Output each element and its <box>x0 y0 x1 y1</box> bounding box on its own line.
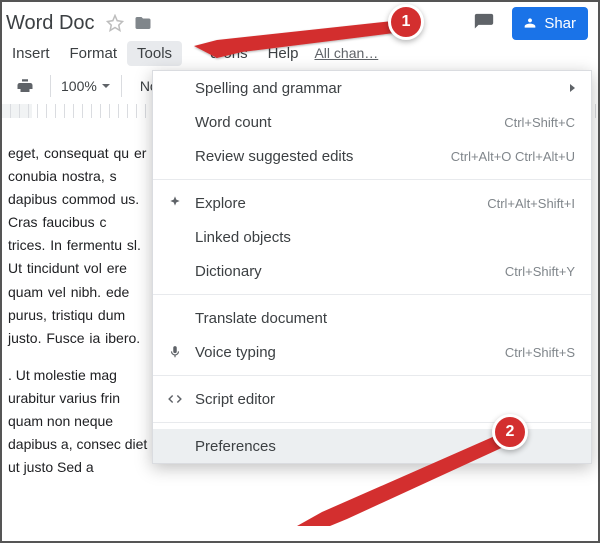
shortcut: Ctrl+Alt+Shift+I <box>487 196 575 211</box>
tools-dropdown: Spelling and grammar Word count Ctrl+Shi… <box>152 70 592 464</box>
star-icon[interactable] <box>105 13 125 33</box>
menu-dictionary[interactable]: Dictionary Ctrl+Shift+Y <box>153 254 591 288</box>
label: Word count <box>195 114 271 131</box>
menu-spelling-grammar[interactable]: Spelling and grammar <box>153 71 591 105</box>
shortcut: Ctrl+Shift+Y <box>505 264 575 279</box>
menu-format[interactable]: Format <box>60 41 128 66</box>
code-icon <box>165 389 185 409</box>
zoom-value: 100% <box>61 78 97 94</box>
zoom-select[interactable]: 100% <box>61 78 111 94</box>
paragraph[interactable]: eget, consequat qu er conubia nostra, s … <box>8 142 148 350</box>
menu-addons[interactable]: d-ons <box>182 41 258 66</box>
menu-word-count[interactable]: Word count Ctrl+Shift+C <box>153 105 591 139</box>
menu-explore[interactable]: Explore Ctrl+Alt+Shift+I <box>153 186 591 220</box>
window-frame: Word Doc Shar Insert Format Tools d-ons … <box>0 0 600 543</box>
chevron-down-icon <box>101 81 111 91</box>
label: Dictionary <box>195 263 262 280</box>
doc-title[interactable]: Word Doc <box>6 12 95 35</box>
label: Linked objects <box>195 229 291 246</box>
print-icon[interactable] <box>10 73 40 99</box>
divider <box>153 375 591 376</box>
share-button[interactable]: Shar <box>512 7 588 40</box>
menu-insert[interactable]: Insert <box>2 41 60 66</box>
mic-icon <box>165 342 185 362</box>
label: Explore <box>195 195 246 212</box>
shortcut: Ctrl+Alt+O Ctrl+Alt+U <box>451 149 575 164</box>
shortcut: Ctrl+Shift+S <box>505 345 575 360</box>
menu-script-editor[interactable]: Script editor <box>153 382 591 416</box>
divider <box>153 179 591 180</box>
title-bar: Word Doc Shar <box>2 2 598 38</box>
label: Spelling and grammar <box>195 80 342 97</box>
chevron-right-icon <box>569 83 577 93</box>
label: Script editor <box>195 391 275 408</box>
separator <box>50 75 51 97</box>
menu-help[interactable]: Help <box>258 41 309 66</box>
separator <box>121 75 122 97</box>
annotation-badge-2: 2 <box>492 414 528 450</box>
folder-icon[interactable] <box>133 13 153 33</box>
paragraph[interactable]: . Ut molestie mag urabitur varius frin q… <box>8 364 148 479</box>
label: Preferences <box>195 438 276 455</box>
menu-voice-typing[interactable]: Voice typing Ctrl+Shift+S <box>153 335 591 369</box>
menu-tools[interactable]: Tools <box>127 41 182 66</box>
label: Translate document <box>195 310 327 327</box>
shortcut: Ctrl+Shift+C <box>504 115 575 130</box>
divider <box>153 294 591 295</box>
menu-bar: Insert Format Tools d-ons Help All chan… <box>2 38 598 68</box>
explore-icon <box>165 193 185 213</box>
menu-translate[interactable]: Translate document <box>153 301 591 335</box>
all-changes-link[interactable]: All chan… <box>314 45 378 61</box>
menu-review-suggested[interactable]: Review suggested edits Ctrl+Alt+O Ctrl+A… <box>153 139 591 173</box>
label: Review suggested edits <box>195 148 353 165</box>
comments-button[interactable] <box>470 9 498 37</box>
annotation-badge-1: 1 <box>388 4 424 40</box>
label: Voice typing <box>195 344 276 361</box>
share-label: Shar <box>544 15 576 32</box>
menu-linked-objects[interactable]: Linked objects <box>153 220 591 254</box>
